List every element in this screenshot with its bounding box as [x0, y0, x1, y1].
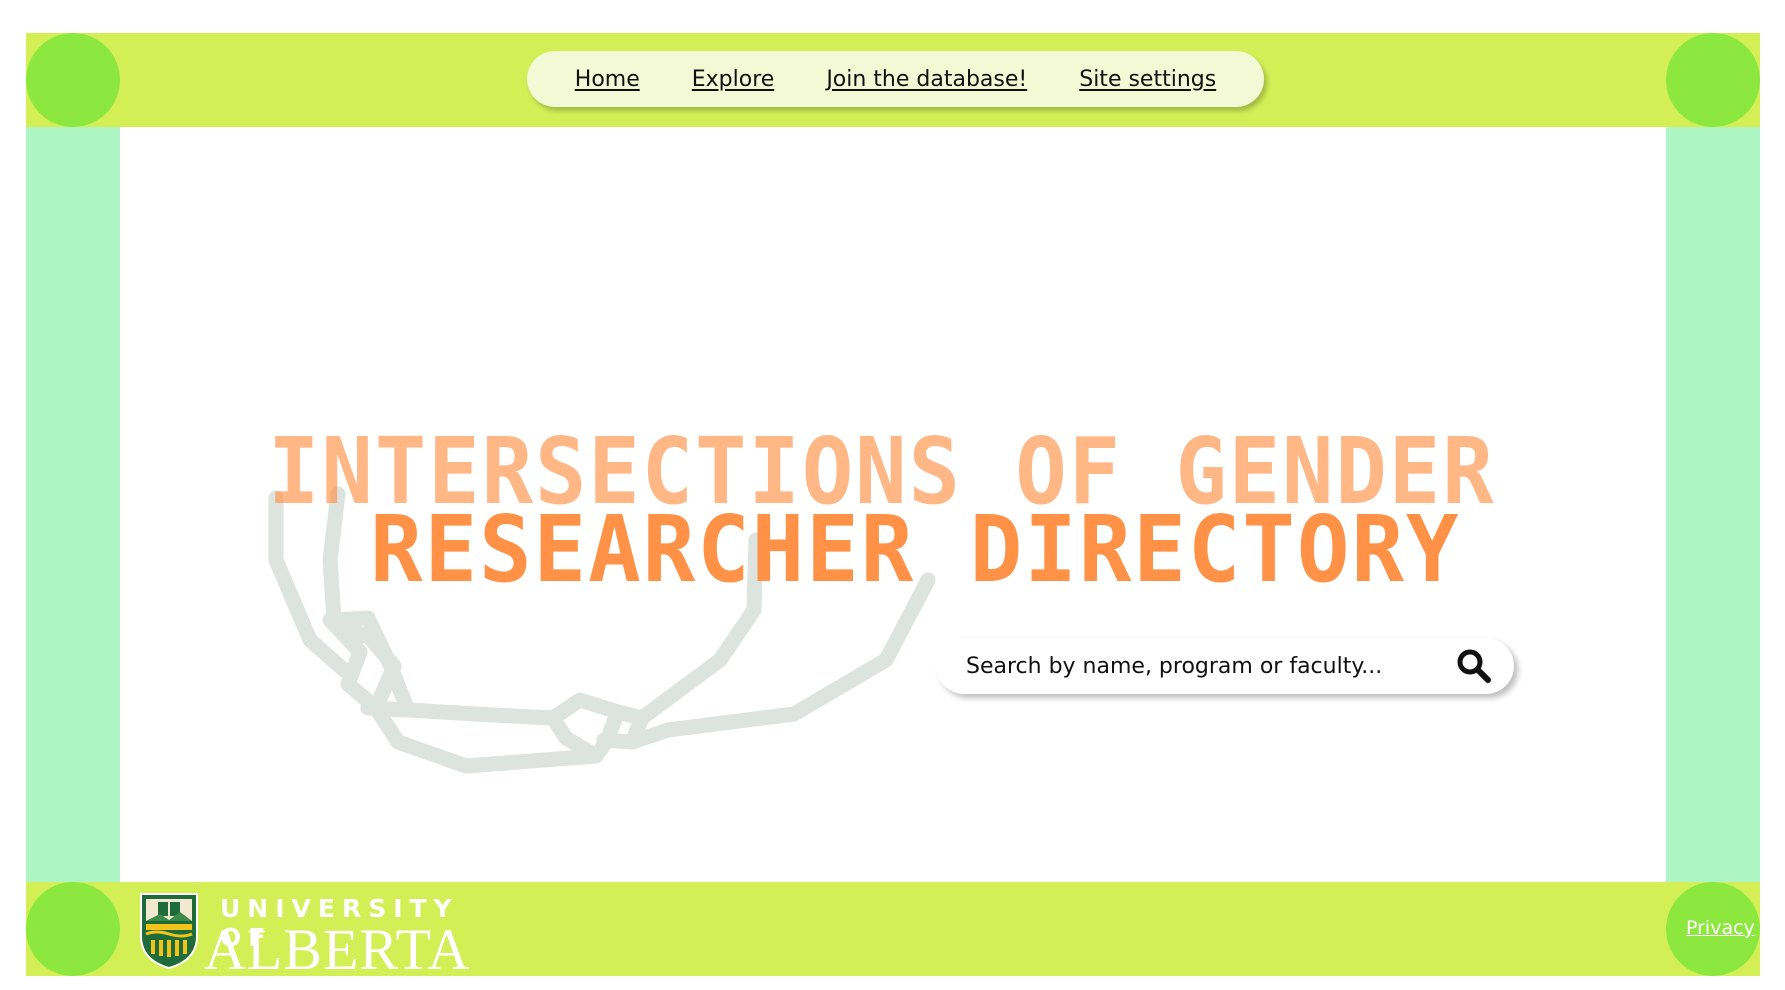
- corner-decoration-top-right: [1666, 33, 1760, 127]
- main-nav: Home Explore Join the database! Site set…: [527, 51, 1264, 107]
- hero-title-line-2: RESEARCHER DIRECTORY: [370, 496, 1461, 603]
- frame-left-border: [26, 127, 120, 882]
- nav-link-site-settings[interactable]: Site settings: [1079, 67, 1216, 92]
- logo-alberta-text: ALBERTA: [204, 917, 471, 982]
- search-bar: [936, 638, 1514, 694]
- search-input[interactable]: [964, 652, 1438, 680]
- nav-link-join-database[interactable]: Join the database!: [826, 67, 1027, 92]
- crest-icon: [140, 893, 198, 970]
- search-icon[interactable]: [1456, 648, 1492, 684]
- corner-decoration-bottom-left: [26, 882, 120, 976]
- privacy-link[interactable]: Privacy: [1686, 917, 1755, 939]
- nav-link-explore[interactable]: Explore: [692, 67, 775, 92]
- corner-decoration-top-left: [26, 33, 120, 127]
- frame-right-border: [1666, 127, 1760, 882]
- university-logo: UNIVERSITY OF ALBERTA: [138, 888, 474, 982]
- nav-link-home[interactable]: Home: [575, 67, 640, 92]
